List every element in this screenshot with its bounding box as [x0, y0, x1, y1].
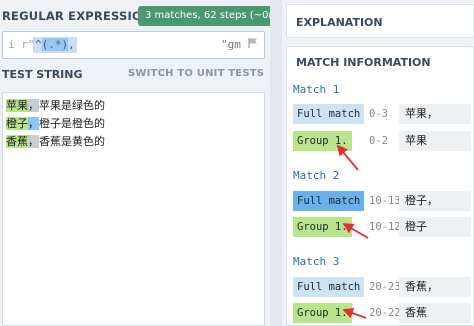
group-range: 0-2: [369, 135, 388, 147]
test-string-header: TEST STRING SWITCH TO UNIT TESTS ›: [0, 68, 270, 84]
match-information-title: MATCH INFORMATION: [296, 56, 431, 69]
group-value: 苹果: [399, 131, 471, 151]
full-match-label: Full match: [293, 277, 365, 297]
match-header: Match 2: [293, 169, 340, 182]
flag-icon[interactable]: [248, 38, 258, 48]
full-match-label: Full match: [293, 104, 365, 124]
test-line-text: 橙子是橙色的: [39, 117, 105, 130]
match-header: Match 1: [293, 83, 340, 96]
regex-delimiter-left: i r": [8, 38, 35, 51]
test-line-text: 苹果是绿色的: [39, 99, 105, 112]
group-label: Group 1.: [293, 217, 352, 237]
group-range: 10-12: [369, 221, 401, 233]
explanation-title: EXPLANATION: [296, 16, 383, 29]
full-match-value: 苹果，: [399, 104, 471, 124]
regex-capture-group: (.*): [41, 38, 69, 51]
test-string-editor[interactable]: 苹果，苹果是绿色的 橙子，橙子是橙色的 香蕉，香蕉是黄色的: [2, 92, 265, 326]
match-header: Match 3: [293, 255, 340, 268]
match-rest-highlight: ，: [28, 99, 39, 112]
panel-divider[interactable]: [270, 0, 282, 326]
group-value: 香蕉: [399, 303, 471, 323]
explanation-section[interactable]: EXPLANATION: [286, 4, 474, 38]
full-match-range: 0-3: [369, 108, 388, 120]
group-label: Group 1.: [293, 131, 352, 151]
test-line: 苹果，苹果是绿色的: [6, 97, 105, 115]
full-match-label: Full match: [293, 191, 365, 211]
group-range: 20-22: [369, 307, 401, 319]
regex-editor-panel: REGULAR EXPRESSION 3 matches, 62 steps (…: [0, 0, 295, 326]
full-match-value: 香蕉，: [399, 277, 471, 297]
switch-to-unit-tests-link[interactable]: SWITCH TO UNIT TESTS: [128, 68, 264, 79]
group-value: 橙子: [399, 217, 471, 237]
test-line-text: 香蕉是黄色的: [39, 135, 105, 148]
full-match-range: 10-13: [369, 195, 401, 207]
sidebar-panel: EXPLANATION MATCH INFORMATION Match 1 Fu…: [282, 0, 474, 326]
match-information-section: MATCH INFORMATION Match 1 Full match 0-3…: [286, 46, 474, 326]
match-group-highlight: 香蕉: [6, 135, 28, 148]
test-line: 橙子，橙子是橙色的: [6, 115, 105, 133]
regex-header: REGULAR EXPRESSION 3 matches, 62 steps (…: [0, 6, 295, 26]
regex-flags[interactable]: "gm: [221, 38, 241, 51]
match-rest-highlight: ，: [28, 117, 39, 130]
match-group-highlight: 苹果: [6, 99, 28, 112]
regex-pattern[interactable]: ^(.*),: [33, 37, 77, 53]
test-string-title: TEST STRING: [2, 68, 83, 81]
group-label: Group 1.: [293, 303, 352, 323]
match-group-highlight: 橙子: [6, 117, 28, 130]
regex-literal-comma: ,: [68, 38, 75, 51]
full-match-range: 20-23: [369, 281, 401, 293]
full-match-value: 橙子，: [399, 191, 471, 211]
chevron-right-icon: ›: [257, 68, 261, 78]
test-line: 香蕉，香蕉是黄色的: [6, 133, 105, 151]
regex-input[interactable]: i r" ^(.*), "gm: [2, 31, 265, 59]
regex-anchor: ^: [35, 38, 42, 51]
match-rest-highlight: ，: [28, 135, 39, 148]
regex-title: REGULAR EXPRESSION: [2, 9, 152, 23]
